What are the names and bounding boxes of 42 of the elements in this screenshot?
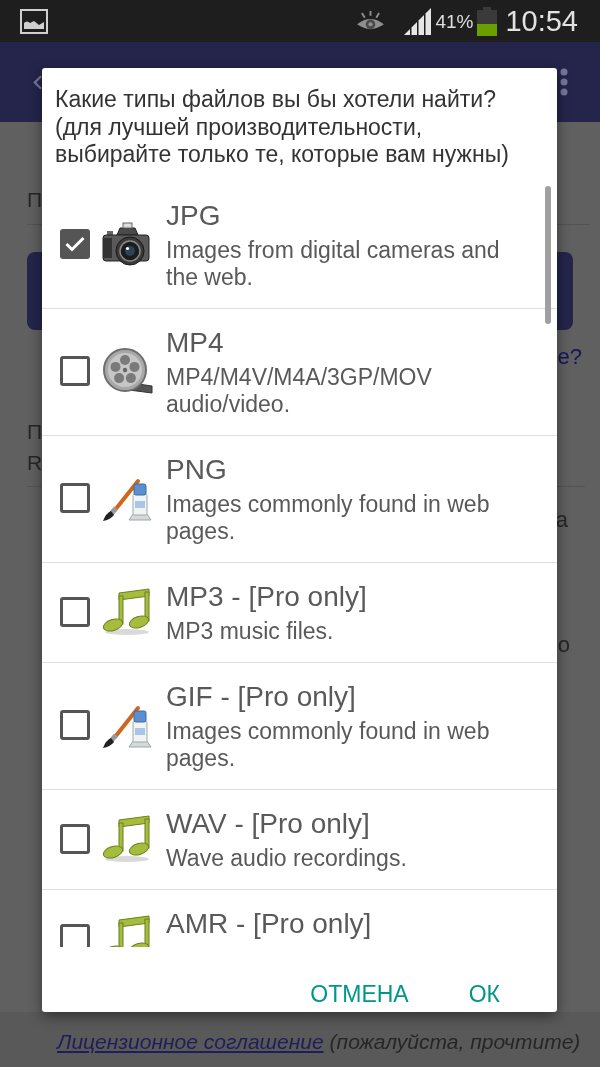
eye-icon bbox=[356, 10, 386, 32]
file-type-title: MP3 - [Pro only] bbox=[166, 579, 368, 614]
file-type-description: MP3 music files. bbox=[166, 617, 335, 645]
camera-icon bbox=[101, 220, 153, 268]
file-type-title: MP4 bbox=[166, 325, 225, 360]
image-icon bbox=[20, 8, 48, 34]
checkbox[interactable] bbox=[60, 356, 90, 386]
paragraph-text: а bbox=[555, 506, 568, 534]
file-type-description: MP4/M4V/M4A/3GP/MOV audio/video. bbox=[166, 363, 433, 418]
checkbox[interactable] bbox=[60, 710, 90, 740]
file-type-title: PNG bbox=[166, 452, 228, 487]
check-icon bbox=[65, 236, 85, 252]
file-type-description: Images commonly found in web pages. bbox=[166, 717, 491, 772]
music-notes-icon bbox=[101, 814, 153, 863]
file-type-title: GIF - [Pro only] bbox=[166, 679, 357, 714]
checkbox[interactable] bbox=[60, 923, 90, 947]
more-menu-icon[interactable] bbox=[560, 68, 568, 96]
paragraph-text: о bbox=[557, 631, 570, 659]
checkbox[interactable] bbox=[60, 483, 90, 513]
file-type-title: WAV - [Pro only] bbox=[166, 806, 371, 841]
file-type-description: Images commonly found in web pages. bbox=[166, 490, 491, 545]
clock-time: 10:54 bbox=[505, 6, 578, 36]
heading-text: П bbox=[27, 419, 43, 445]
film-reel-icon bbox=[101, 347, 153, 395]
checkbox[interactable] bbox=[60, 823, 90, 854]
ok-button[interactable]: ОК bbox=[456, 976, 512, 1012]
file-type-title: JPG bbox=[166, 198, 222, 233]
checkbox[interactable] bbox=[60, 596, 90, 627]
signal-icon bbox=[404, 7, 432, 35]
music-notes-icon bbox=[101, 587, 153, 636]
file-type-description: Wave audio recordings. bbox=[166, 844, 408, 872]
checkbox[interactable] bbox=[60, 229, 90, 259]
heading-text: R bbox=[27, 450, 43, 476]
license-link[interactable]: Лицензионное соглашение bbox=[57, 1025, 324, 1058]
file-type-description: Images from digital cameras and the web. bbox=[166, 236, 501, 291]
field-label: П bbox=[27, 187, 43, 213]
battery-icon bbox=[477, 6, 498, 36]
dialog-message: Какие типы файлов вы бы хотели найти? (для лучшей производительности, выбирайте только те, которые вам нужны) bbox=[55, 86, 510, 169]
file-type-title: AMR - [Pro only] bbox=[166, 906, 373, 941]
battery-percent: 41% bbox=[435, 11, 474, 31]
help-link[interactable]: е? bbox=[557, 343, 582, 371]
cancel-button[interactable]: ОТМЕНА bbox=[298, 976, 421, 1012]
